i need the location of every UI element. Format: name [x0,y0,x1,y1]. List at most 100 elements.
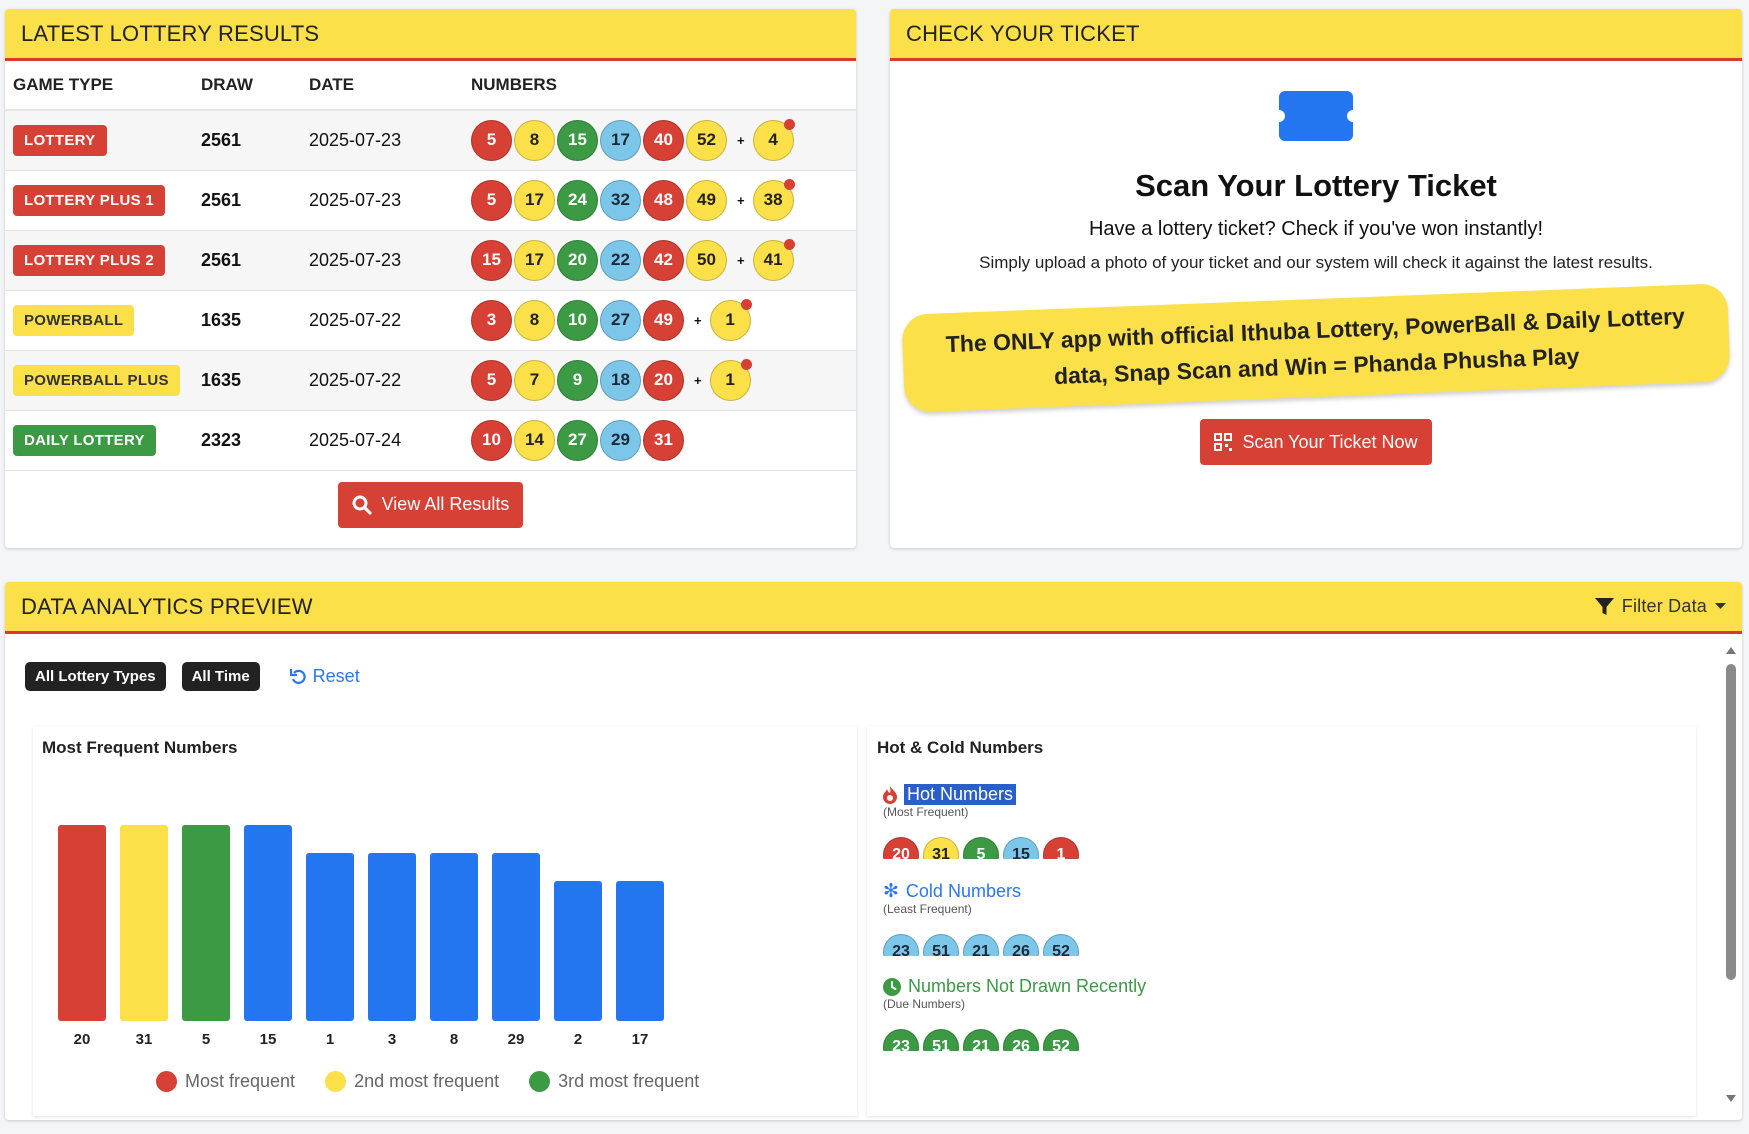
number-ball: 51 [923,934,959,956]
number-ball: 20 [883,837,919,859]
view-all-results-label: View All Results [381,494,510,514]
game-type-badge: LOTTERY PLUS 2 [13,244,166,276]
bar-5[interactable] [182,825,230,1021]
plus-sign: + [694,312,702,328]
draw-number: 2323 [201,429,242,450]
bonus-ball: 41 [752,238,795,281]
view-all-results-button[interactable]: View All Results [337,481,524,528]
legend-swatch [156,1071,177,1092]
number-ball: 52 [1043,1029,1079,1051]
number-ball: 5 [471,359,512,401]
caret-down-icon [1715,603,1726,609]
bar-1[interactable] [306,853,354,1021]
number-ball: 20 [557,239,598,281]
filter-pill-lottery-types[interactable]: All Lottery Types [25,662,166,691]
legend-item[interactable]: 2nd most frequent [325,1071,499,1092]
winning-numbers: 10 14 27 29 31 [471,419,856,461]
bar-8[interactable] [430,853,478,1021]
cold-numbers-label: Cold Numbers [905,881,1021,901]
reset-button[interactable]: Reset [289,666,360,687]
bar-17[interactable] [616,881,664,1021]
legend-swatch [529,1071,551,1092]
plus-sign: + [694,372,702,388]
hot-numbers-sub: (Most Frequent) [883,805,969,819]
bonus-indicator-dot [783,238,795,250]
winning-numbers: 5 17 24 32 48 49 +38 [471,178,856,221]
number-ball: 31 [643,419,684,461]
game-type-badge: LOTTERY PLUS 1 [13,184,166,216]
plus-sign: + [737,192,745,208]
number-ball: 5 [471,179,512,221]
bar-29[interactable] [492,853,540,1021]
number-ball: 18 [600,359,641,401]
table-row: LOTTERY 2561 2025-07-23 5 8 15 17 40 52 +4 [5,110,856,170]
legend-item[interactable]: 3rd most frequent [529,1071,699,1092]
table-row: LOTTERY PLUS 1 2561 2025-07-23 5 17 24 32 48 49 +… [5,170,856,230]
draw-date: 2025-07-23 [309,129,402,150]
number-ball: 52 [1043,934,1079,956]
check-ticket-card: CHECK YOUR TICKET Scan Your Lottery Tick… [890,9,1742,548]
number-ball: 8 [514,299,555,341]
number-ball: 15 [557,119,598,161]
table-row: POWERBALL PLUS 1635 2025-07-22 5 7 9 18 20 +1 [5,350,856,410]
number-ball: 17 [514,239,555,281]
number-ball: 15 [471,239,512,281]
number-ball: 17 [600,119,641,161]
results-table-head: GAME TYPE DRAW DATE NUMBERS [5,61,856,111]
number-ball: 14 [514,419,555,461]
due-numbers-label: Numbers Not Drawn Recently [908,976,1147,996]
col-game-type: GAME TYPE [5,61,193,111]
bar-15[interactable] [244,825,292,1021]
number-ball: 10 [471,419,512,461]
filter-data-label: Filter Data [1621,596,1707,616]
draw-date: 2025-07-24 [309,429,402,450]
tick-label: 8 [450,1031,458,1048]
table-row: LOTTERY PLUS 2 2561 2025-07-23 15 17 20 22 42 50… [5,230,856,290]
draw-date: 2025-07-23 [309,249,402,270]
most-frequent-title: Most Frequent Numbers [42,738,238,757]
tick-label: 20 [74,1031,91,1048]
bar-2[interactable] [554,881,602,1021]
analytics-scrollbar[interactable] [1724,642,1738,1107]
number-ball: 42 [643,239,684,281]
bar-20[interactable] [58,825,106,1021]
analytics-title: DATA ANALYTICS PREVIEW [21,593,313,619]
search-icon [352,495,372,515]
bar-31[interactable] [120,825,168,1021]
number-ball: 5 [963,837,999,859]
latest-results-card: LATEST LOTTERY RESULTS GAME TYPE DRAW DA… [5,9,856,548]
hot-numbers-balls: 20 31 5 15 1 [883,837,1081,859]
filter-pill-time[interactable]: All Time [181,662,260,691]
number-ball: 26 [1003,1029,1039,1051]
draw-number: 1635 [201,369,242,390]
game-type-badge: LOTTERY [13,124,107,156]
cold-numbers-sub: (Least Frequent) [883,902,972,916]
due-numbers-section: Numbers Not Drawn Recently (Due Numbers)… [883,976,1146,1051]
bar-3[interactable] [368,853,416,1021]
tick-label: 5 [202,1031,210,1048]
filter-data-dropdown[interactable]: Filter Data [1594,596,1726,617]
draw-date: 2025-07-22 [309,369,402,390]
legend-item[interactable]: Most frequent [156,1071,295,1092]
number-ball: 27 [600,299,641,341]
game-type-badge: DAILY LOTTERY [13,424,156,456]
winning-numbers: 3 8 10 27 49 +1 [471,298,856,341]
hot-cold-card: Hot & Cold Numbers Hot Numbers (Most Fre… [867,726,1696,1116]
winning-numbers: 15 17 20 22 42 50 +41 [471,238,856,281]
bonus-indicator-dot [783,118,795,130]
ticket-icon [1279,91,1353,141]
check-ticket-header: CHECK YOUR TICKET [890,9,1742,61]
draw-number: 1635 [201,309,242,330]
scan-ticket-button[interactable]: Scan Your Ticket Now [1200,419,1432,465]
tick-label: 29 [508,1031,525,1048]
bonus-ball: 4 [752,118,795,161]
number-ball: 23 [883,1029,919,1051]
clock-icon [883,977,901,996]
draw-date: 2025-07-22 [309,309,402,330]
legend-label: Most frequent [185,1071,296,1091]
number-ball: 3 [471,299,512,341]
game-type-badge: POWERBALL [13,304,135,336]
col-draw: DRAW [193,61,301,111]
bonus-indicator-dot [783,178,795,190]
game-type-badge: POWERBALL PLUS [13,364,180,396]
